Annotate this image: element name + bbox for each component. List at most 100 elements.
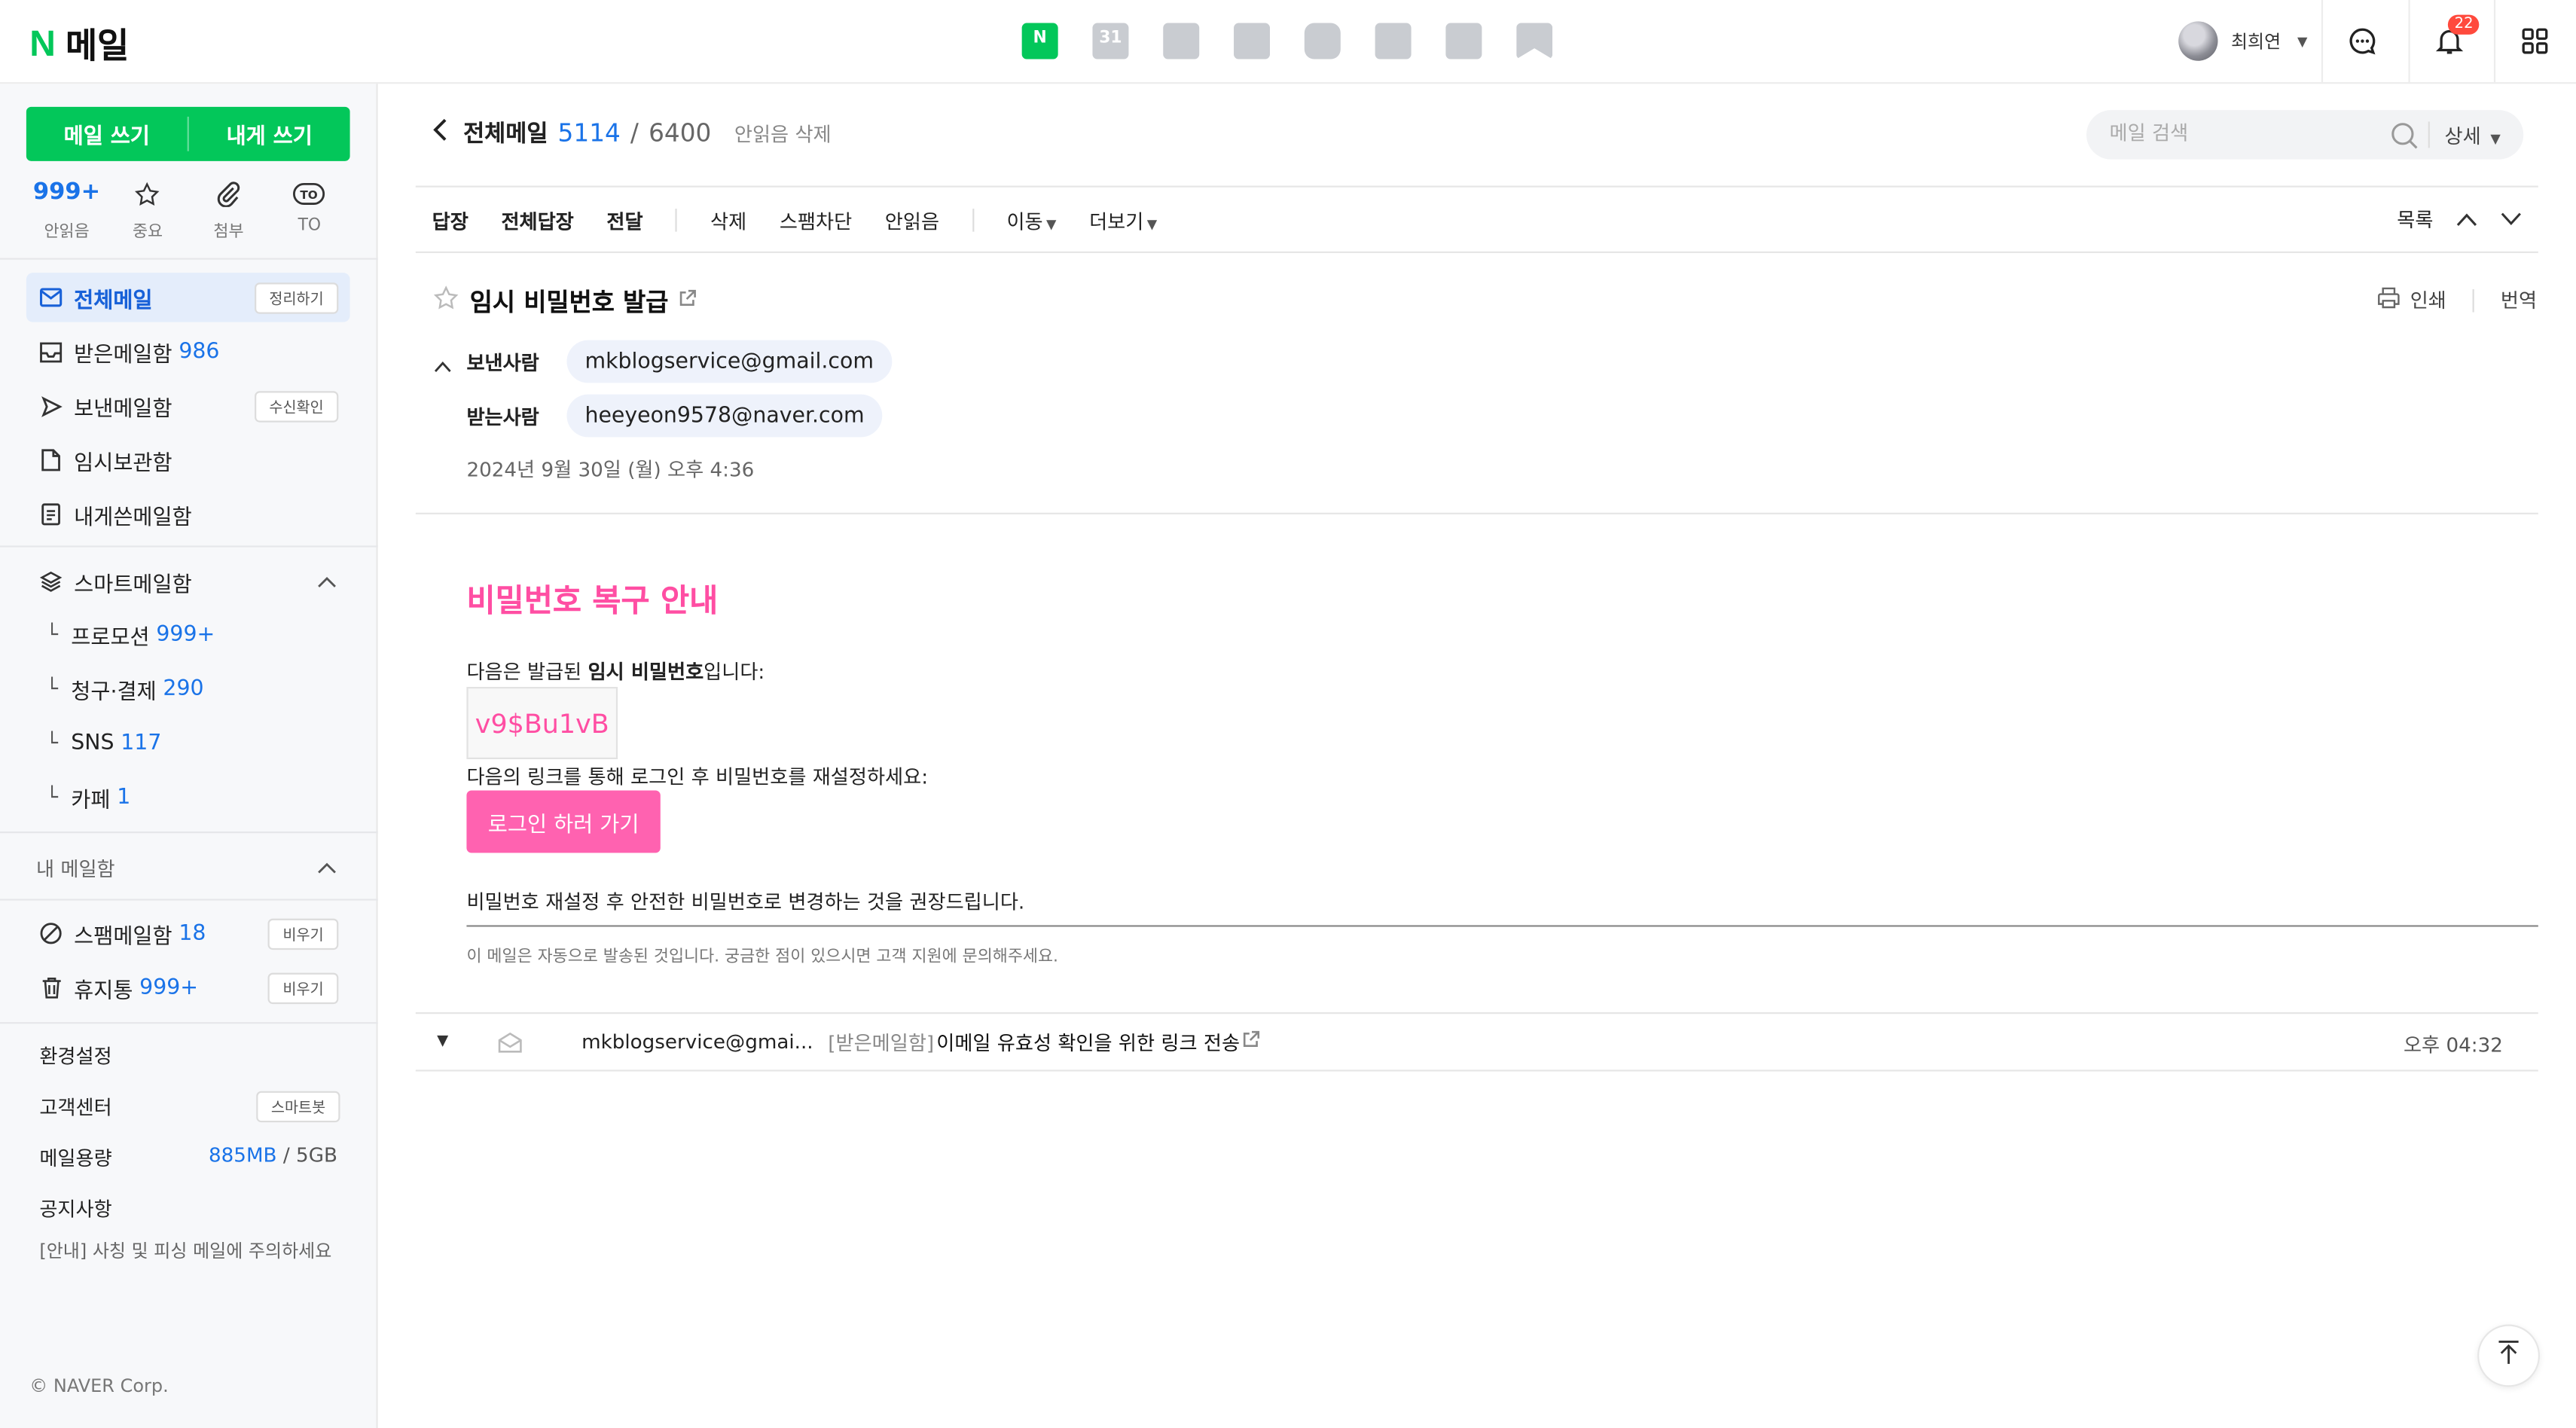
delete-button[interactable]: 삭제 — [710, 206, 746, 234]
translate-button[interactable]: 번역 — [2501, 286, 2537, 314]
detail-search-button[interactable]: 상세 ▼ — [2445, 121, 2501, 149]
move-button[interactable]: 이동 ▼ — [1006, 206, 1056, 234]
sidebar-item-self-sent[interactable]: 내게쓴메일함 — [26, 490, 350, 539]
search-divider — [2428, 121, 2430, 148]
search-icon[interactable] — [2391, 121, 2419, 156]
block-spam-button[interactable]: 스팸차단 — [780, 206, 852, 234]
mailbox-unread-count[interactable]: 5114 — [558, 118, 621, 148]
sidebar-item-cafe[interactable]: └ 카페 1 — [46, 776, 130, 819]
recipient-address[interactable]: heeyeon9578@naver.com — [566, 394, 883, 438]
sidebar-item-label: 휴지통 — [74, 978, 133, 1004]
toolbar-divider — [972, 209, 974, 232]
trash-count: 999+ — [139, 975, 199, 1000]
user-name: 최희연 — [2230, 31, 2281, 53]
naver-mail-logo[interactable]: N 메일 — [29, 20, 129, 69]
external-link-icon[interactable] — [1242, 1030, 1260, 1055]
back-chevron-icon[interactable] — [432, 117, 449, 148]
collapse-recipients-icon[interactable] — [434, 355, 452, 380]
reply-all-button[interactable]: 전체답장 — [501, 206, 573, 234]
talk-icon[interactable] — [2344, 23, 2380, 60]
mail-icon[interactable]: N — [1021, 23, 1058, 60]
settings-link[interactable]: 환경설정 — [39, 1042, 111, 1069]
sidebar-item-sent[interactable]: 보낸메일함 수신확인 — [26, 381, 350, 430]
sidebar-item-spam[interactable]: 스팸메일함 18 비우기 — [26, 909, 350, 958]
delete-unread-button[interactable]: 안읽음 삭제 — [734, 120, 832, 148]
quick-unread[interactable]: 999+ 안읽음 — [26, 179, 107, 242]
thread-subject[interactable]: 이메일 유효성 확인을 위한 링크 전송 — [936, 1029, 1240, 1057]
expand-caret-icon[interactable]: ▼ — [437, 1033, 448, 1050]
sender-address[interactable]: mkblogservice@gmail.com — [566, 340, 893, 383]
sidebar-item-sns[interactable]: └ SNS 117 — [46, 722, 161, 764]
grid-menu-icon[interactable] — [2516, 23, 2553, 60]
search-input[interactable] — [2109, 121, 2373, 145]
chevron-up-icon[interactable] — [317, 856, 337, 881]
read-receipt-button[interactable]: 수신확인 — [254, 390, 339, 422]
login-link-button[interactable]: 로그인 하러 가기 — [466, 790, 661, 853]
more-button[interactable]: 더보기 ▼ — [1089, 206, 1157, 234]
sidebar-item-inbox[interactable]: 받은메일함 986 — [26, 327, 350, 376]
forward-button[interactable]: 전달 — [606, 206, 642, 234]
sidebar-item-promotion[interactable]: └ 프로모션 999+ — [46, 613, 215, 656]
tree-branch-icon: └ — [46, 676, 58, 700]
print-icon[interactable] — [2377, 286, 2401, 314]
detail-search-label: 상세 — [2444, 124, 2481, 148]
body-text: 다음은 발급된 — [466, 661, 588, 684]
related-mail-row[interactable]: ▼ mkblogservice@gmai... [받은메일함] 이메일 유효성 … — [415, 1012, 2538, 1072]
self-compose-button[interactable]: 내게 쓰기 — [189, 107, 350, 161]
quick-to-me[interactable]: TO TO — [269, 179, 349, 242]
memo-icon[interactable] — [1163, 23, 1200, 60]
inbox-icon — [39, 340, 63, 364]
quick-label: 첨부 — [213, 223, 244, 242]
support-link[interactable]: 고객센터 — [39, 1093, 111, 1121]
empty-trash-button[interactable]: 비우기 — [267, 972, 339, 1004]
sidebar-item-label: 청구·결제 — [71, 679, 157, 704]
list-button[interactable]: 목록 — [2397, 206, 2433, 233]
app-switcher: N 31 — [1021, 23, 1553, 60]
divider — [415, 185, 2538, 188]
profile-menu[interactable]: 최희연 ▼ — [2178, 21, 2307, 61]
quick-important[interactable]: 중요 — [107, 179, 188, 242]
reply-button[interactable]: 답장 — [432, 206, 469, 234]
sidebar-divider — [0, 1022, 378, 1024]
trash-icon — [39, 976, 63, 999]
calendar-icon[interactable]: 31 — [1092, 23, 1129, 60]
smartbot-button[interactable]: 스마트봇 — [256, 1091, 340, 1123]
pay-icon[interactable] — [1445, 23, 1482, 60]
sidebar-item-smart-mailbox[interactable]: 스마트메일함 — [26, 557, 350, 606]
sidebar-item-trash[interactable]: 휴지통 999+ 비우기 — [26, 963, 350, 1012]
body-line-password-intro: 다음은 발급된 임시 비밀번호입니다: — [466, 658, 765, 685]
tree-branch-icon: └ — [46, 731, 58, 755]
bookmark-icon[interactable] — [1516, 23, 1553, 60]
note-icon — [39, 503, 63, 526]
print-button[interactable]: 인쇄 — [2410, 286, 2446, 314]
top-header: N 메일 N 31 최희연 ▼ 22 — [0, 0, 2576, 84]
chevron-up-icon[interactable] — [317, 569, 337, 594]
thread-sender[interactable]: mkblogservice@gmai... — [581, 1030, 813, 1054]
sidebar-item-all-mail[interactable]: 전체메일 정리하기 — [26, 273, 350, 322]
mailbox-title[interactable]: 전체메일 — [463, 117, 548, 150]
notice-item[interactable]: [안내] 사칭 및 피싱 메일에 주의하세요 — [39, 1237, 331, 1264]
next-mail-icon[interactable] — [2501, 208, 2522, 231]
body-divider — [466, 925, 2538, 927]
sidebar-item-billing[interactable]: └ 청구·결제 290 — [46, 667, 203, 710]
external-link-icon[interactable] — [678, 289, 696, 314]
organize-button[interactable]: 정리하기 — [254, 282, 339, 313]
mail-subject-row: 임시 비밀번호 발급 — [432, 284, 697, 319]
sidebar-item-drafts[interactable]: 임시보관함 — [26, 435, 350, 484]
folder-count: 117 — [121, 730, 162, 755]
prev-mail-icon[interactable] — [2456, 208, 2477, 231]
compose-button[interactable]: 메일 쓰기 — [26, 107, 188, 161]
sidebar-item-label: 내게쓴메일함 — [74, 505, 192, 530]
contacts-icon[interactable] — [1234, 23, 1271, 60]
my-mailbox-title[interactable]: 내 메일함 — [36, 855, 115, 883]
quick-attachment[interactable]: 첨부 — [188, 179, 269, 242]
envelope-open-icon — [498, 1032, 523, 1060]
star-icon[interactable] — [432, 284, 460, 319]
empty-spam-button[interactable]: 비우기 — [267, 917, 339, 950]
sidebar-item-label: 보낸메일함 — [74, 396, 172, 422]
scroll-to-top-button[interactable] — [2477, 1324, 2541, 1387]
mark-unread-button[interactable]: 안읽음 — [885, 206, 939, 234]
notice-title[interactable]: 공지사항 — [39, 1195, 111, 1222]
todo-icon[interactable] — [1375, 23, 1412, 60]
mybox-icon[interactable] — [1304, 23, 1341, 60]
